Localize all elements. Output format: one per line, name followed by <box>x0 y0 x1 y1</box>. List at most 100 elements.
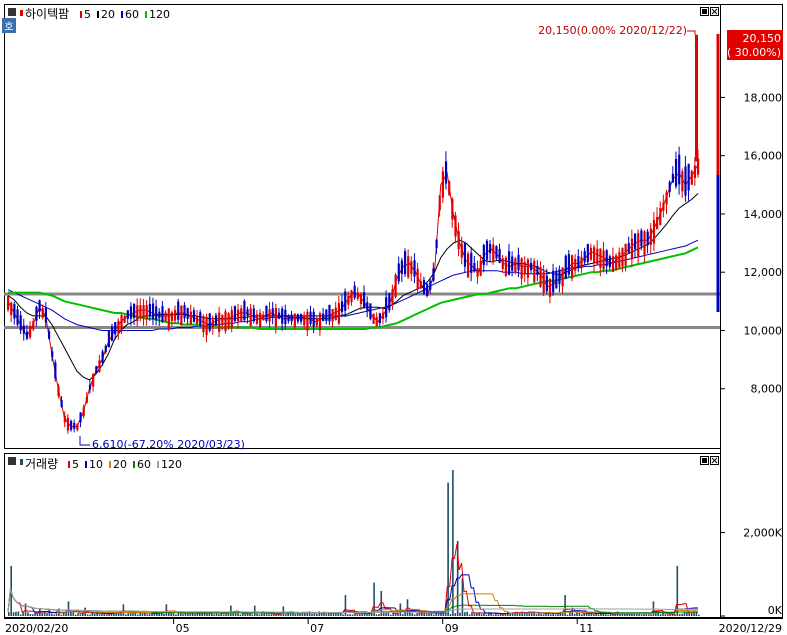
volume-bar <box>597 614 600 616</box>
candle-body <box>599 248 602 269</box>
volume-bar <box>27 612 29 616</box>
candle-body <box>136 305 139 322</box>
current-price-change: ( 30.00%) <box>727 46 781 59</box>
volume-bar <box>404 612 406 616</box>
volume-bar <box>411 613 414 616</box>
candle-body <box>95 366 98 374</box>
price-panel-menu-icon[interactable] <box>8 8 16 16</box>
candle-body <box>57 386 60 396</box>
volume-bar <box>50 613 53 616</box>
volume-bar <box>609 614 612 616</box>
candle-body <box>467 253 470 278</box>
volume-bar <box>330 612 332 616</box>
candle-body <box>441 171 444 198</box>
volume-bar <box>311 613 313 616</box>
candle-body <box>530 262 533 271</box>
volume-bar <box>194 614 196 616</box>
candle-body <box>678 154 681 185</box>
legend-label-0: 5 <box>72 458 79 471</box>
volume-bar <box>401 614 404 616</box>
candle-body <box>523 262 526 274</box>
volume-bar <box>387 612 390 616</box>
candle-body <box>196 316 199 324</box>
candle-body <box>255 314 259 324</box>
candle-body <box>180 305 183 325</box>
price-panel-close-icon[interactable] <box>710 7 719 16</box>
candle-body <box>7 296 10 310</box>
volume-bar <box>502 614 504 616</box>
volume-bar <box>241 613 244 616</box>
volume-bar <box>232 612 235 616</box>
volume-bar <box>473 613 476 616</box>
candle-body <box>618 252 621 268</box>
candle-body <box>363 292 366 309</box>
candle-body <box>350 290 353 303</box>
candle-body <box>630 238 634 260</box>
volume-bar <box>48 609 51 616</box>
candle-body <box>495 246 498 259</box>
candle-body <box>230 310 233 329</box>
candle-body <box>555 271 558 288</box>
volume-bar <box>213 614 215 616</box>
candle-body <box>88 384 92 390</box>
volume-bar <box>292 613 294 616</box>
candle-body <box>356 292 359 299</box>
volume-panel-close-icon[interactable] <box>710 456 719 465</box>
candle-body <box>649 228 652 245</box>
candle-body <box>643 231 646 255</box>
candle-body <box>671 173 674 183</box>
candle-body <box>170 312 174 321</box>
candle-body <box>473 263 476 272</box>
candle-body <box>574 259 577 271</box>
volume-bar <box>265 613 268 616</box>
candle-body <box>435 239 438 249</box>
chart-stage: 하이텍팜 5 20 60 120 호 20,150(0.00% 2020/12/22)… <box>2 4 783 635</box>
volume-bar <box>253 605 256 616</box>
volume-bar <box>464 612 466 616</box>
candle-body <box>583 251 586 263</box>
candle-body <box>448 181 451 195</box>
volume-panel-maximize-icon[interactable] <box>700 456 709 465</box>
candle-body <box>79 412 82 423</box>
candle-body <box>22 325 25 334</box>
candle-body <box>558 269 561 285</box>
candle-body <box>674 158 678 187</box>
volume-bar <box>189 613 192 616</box>
candle-body <box>359 294 363 304</box>
x-axis: 05 07 09 11 <box>173 618 593 635</box>
volume-bar <box>614 614 617 616</box>
volume-bar <box>666 614 669 616</box>
volume-bar <box>358 614 361 616</box>
candle-body <box>596 248 599 265</box>
volume-bar <box>153 613 156 616</box>
candle-body <box>394 274 397 298</box>
candle-body <box>548 278 552 297</box>
volume-bar <box>93 613 96 616</box>
candle-body <box>246 309 249 316</box>
volume-bar <box>447 482 449 616</box>
candle-body <box>328 304 331 322</box>
volume-bar <box>46 613 48 616</box>
candle-body <box>397 263 400 282</box>
candle-body <box>457 231 460 250</box>
candle-body <box>155 306 158 320</box>
price-panel-maximize-icon[interactable] <box>700 7 709 16</box>
candle-body <box>318 313 322 331</box>
volume-bar <box>356 614 359 616</box>
candle-body <box>693 165 697 178</box>
volume-bar <box>17 611 20 616</box>
candle-body <box>526 259 530 278</box>
candle-body <box>92 374 95 387</box>
candle-body <box>189 311 192 325</box>
volume-bar <box>261 613 263 616</box>
candle-body <box>227 313 230 328</box>
price-badge-label: 호 <box>4 21 13 33</box>
candle-body <box>391 289 394 304</box>
candle-body <box>224 311 227 332</box>
volume-bar <box>480 614 483 616</box>
legend-swatch-4 <box>157 461 159 468</box>
volume-panel-menu-icon[interactable] <box>8 457 16 465</box>
candle-body <box>432 268 435 281</box>
volume-bar <box>53 614 55 616</box>
candle-body <box>110 326 114 341</box>
